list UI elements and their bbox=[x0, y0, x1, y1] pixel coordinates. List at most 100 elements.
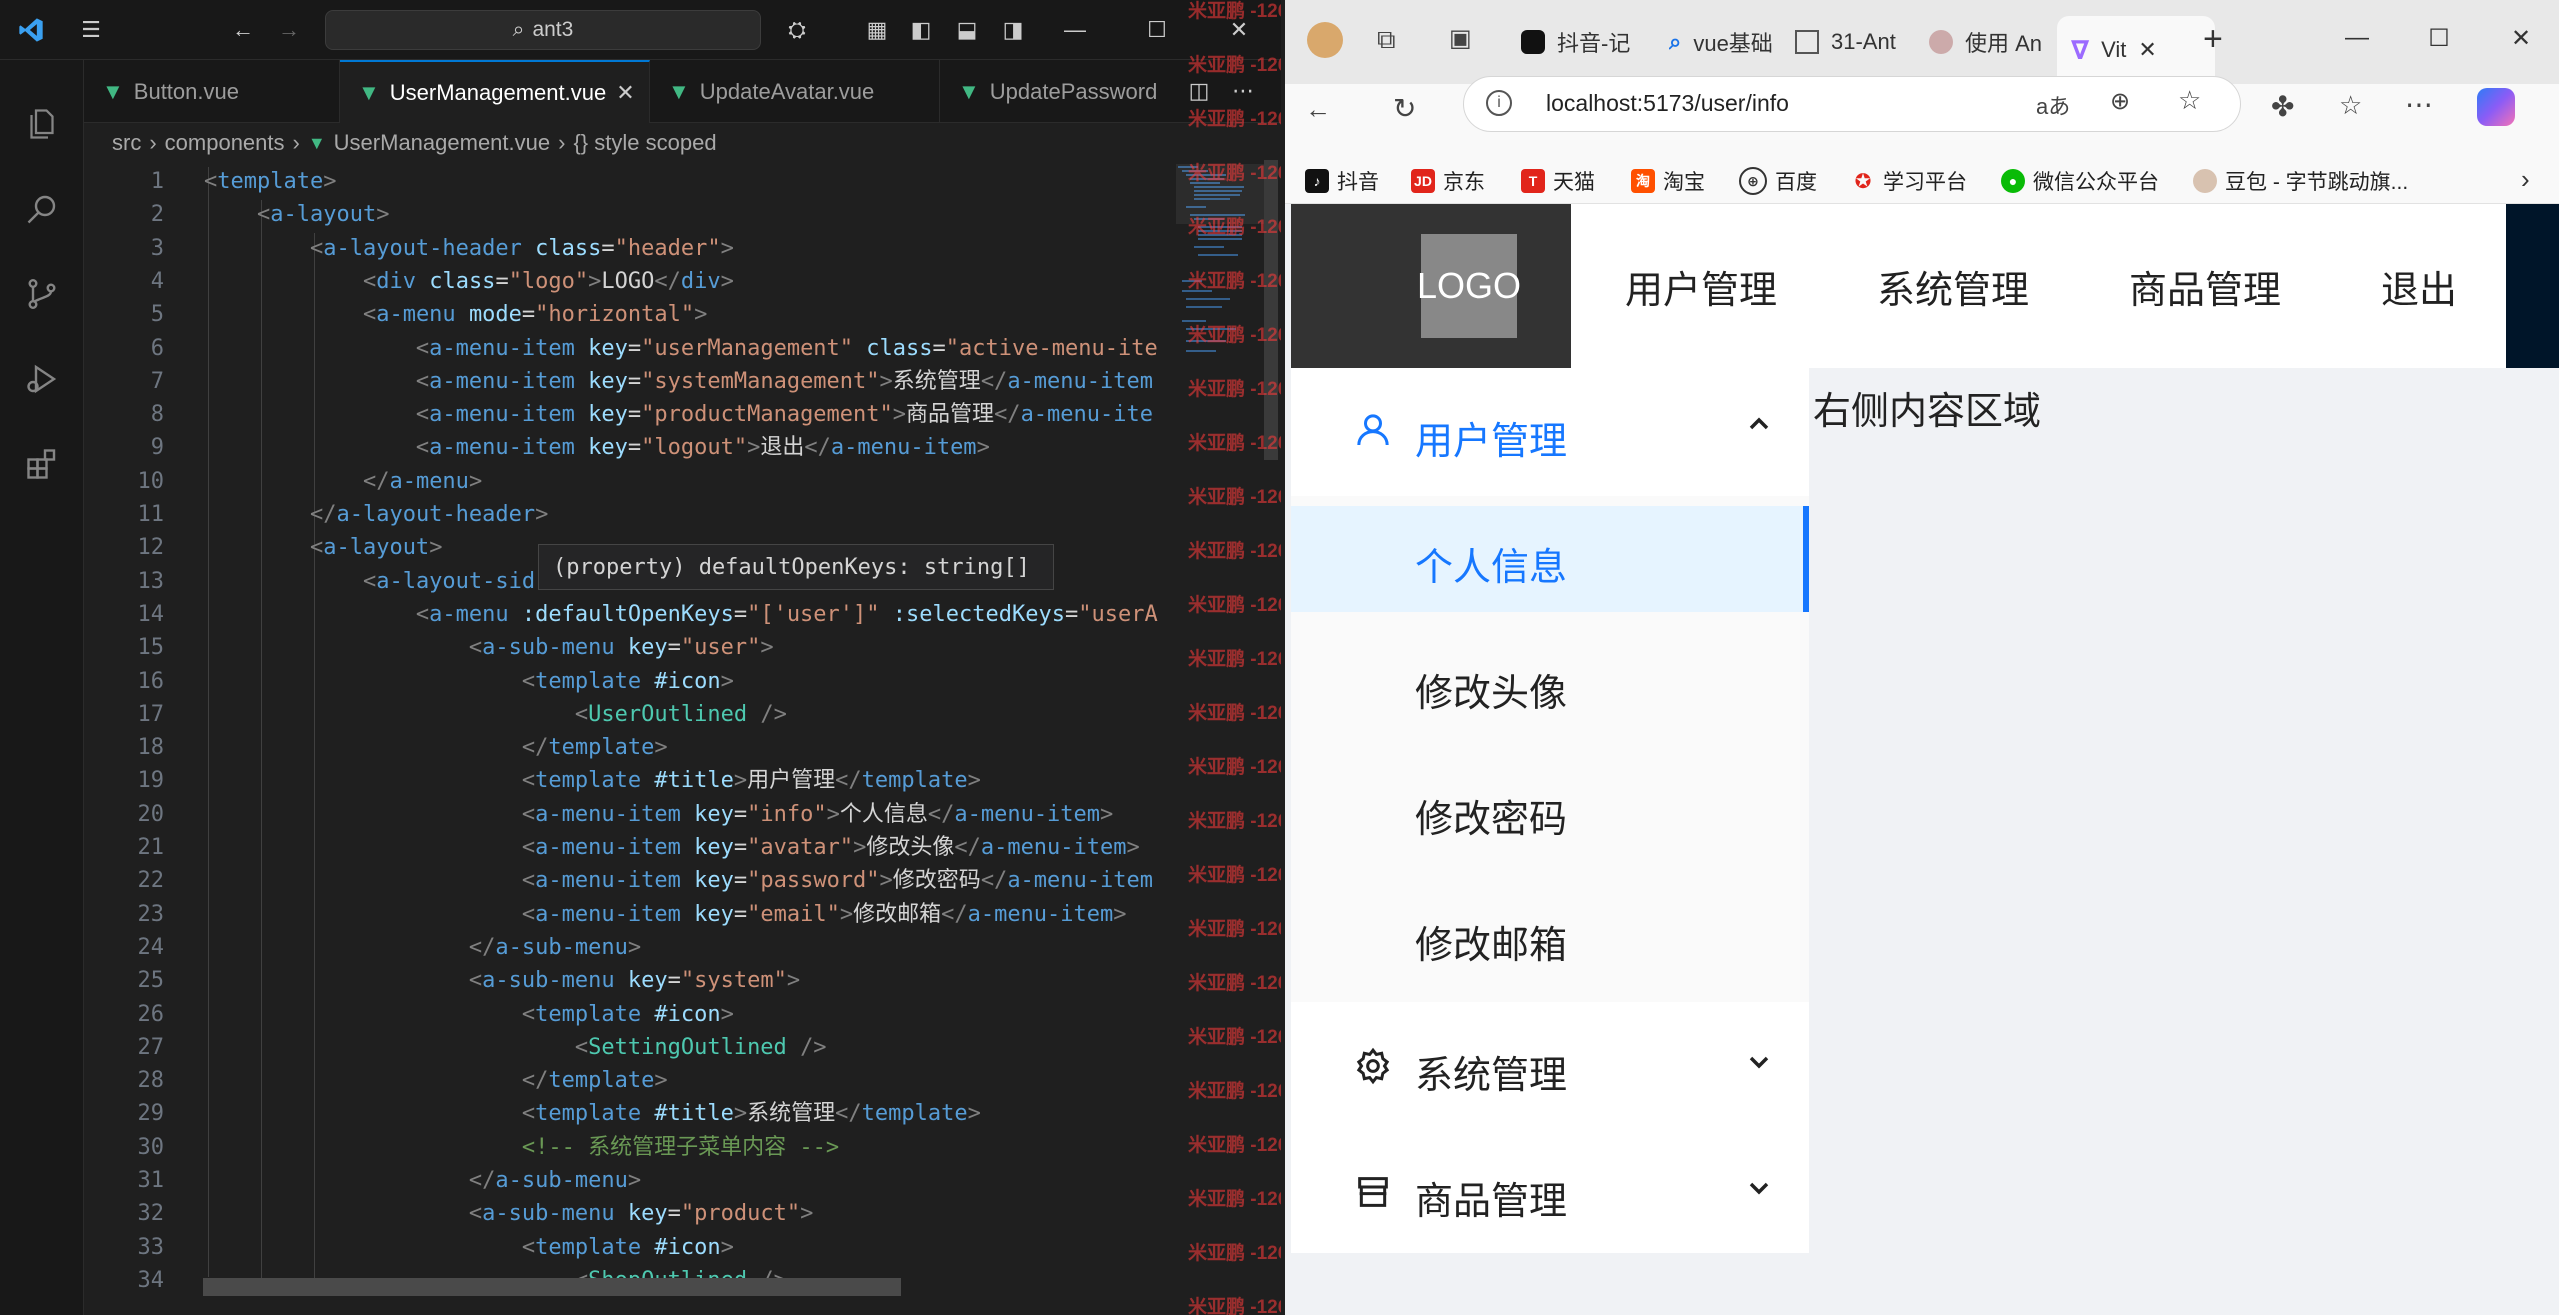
code-line[interactable]: <a-layout> bbox=[204, 531, 442, 564]
code-line[interactable]: </a-layout-header> bbox=[204, 498, 548, 531]
code-line[interactable]: <a-menu-item key="avatar">修改头像</a-menu-i… bbox=[204, 831, 1140, 864]
bookmark-taobao[interactable]: 淘淘宝 bbox=[1631, 166, 1705, 196]
back-arrow-icon[interactable]: ← bbox=[228, 15, 258, 45]
bookmark-baidu[interactable]: ⊕ 百度 bbox=[1739, 166, 1817, 196]
bookmark-douyin[interactable]: ♪ 抖音 bbox=[1305, 166, 1379, 196]
code-line[interactable]: <!-- 系统管理子菜单内容 --> bbox=[204, 1131, 839, 1164]
tab-usermanagement-vue[interactable]: ▼ UserManagement.vue ✕ bbox=[340, 60, 650, 123]
code-line[interactable]: </template> bbox=[204, 1064, 668, 1097]
minimize-icon[interactable]: — bbox=[2337, 18, 2377, 58]
source-control-icon[interactable] bbox=[18, 270, 66, 318]
tab-updatepassword-vue[interactable]: ▼ UpdatePassword bbox=[940, 60, 1180, 123]
tab-updateavatar-vue[interactable]: ▼ UpdateAvatar.vue bbox=[650, 60, 940, 123]
site-info-icon[interactable]: i bbox=[1486, 90, 1512, 116]
code-line[interactable]: <a-menu mode="horizontal"> bbox=[204, 298, 707, 331]
code-line[interactable]: <a-menu-item key="systemManagement">系统管理… bbox=[204, 365, 1153, 398]
bookmark-study-platform[interactable]: ✪ 学习平台 bbox=[1851, 166, 1967, 196]
bookmark-wechat-mp[interactable]: ● 微信公众平台 bbox=[2001, 166, 2159, 196]
logo[interactable]: LOGO bbox=[1417, 234, 1521, 338]
bookmark-tmall[interactable]: T 天猫 bbox=[1521, 166, 1595, 196]
code-line[interactable]: <a-sub-menu key="system"> bbox=[204, 964, 800, 997]
code-line[interactable]: <a-menu-item key="userManagement" class=… bbox=[204, 332, 1158, 365]
menu-item-change-email[interactable]: 修改邮箱 bbox=[1291, 884, 1809, 990]
code-line[interactable]: <template #icon> bbox=[204, 665, 734, 698]
tab-actions-icon[interactable]: ▣ bbox=[1449, 24, 1472, 53]
header-menu-item-product[interactable]: 商品管理 bbox=[2129, 204, 2281, 368]
header-menu-item-user[interactable]: 用户管理 bbox=[1625, 204, 1777, 368]
more-actions-icon[interactable]: ⋯ bbox=[1228, 76, 1258, 106]
breadcrumb-item[interactable]: src bbox=[112, 130, 141, 156]
explorer-icon[interactable] bbox=[18, 100, 66, 148]
code-line[interactable]: </template> bbox=[204, 731, 668, 764]
code-line[interactable]: <a-layout-sid bbox=[204, 565, 535, 598]
breadcrumb-item[interactable]: UserManagement.vue bbox=[334, 130, 550, 156]
close-tab-icon[interactable]: ✕ bbox=[616, 80, 634, 106]
code-line[interactable]: <template #icon> bbox=[204, 998, 734, 1031]
zoom-icon[interactable]: ⊕ bbox=[2110, 87, 2130, 116]
read-aloud-icon[interactable]: aあ bbox=[2036, 89, 2070, 121]
code-line[interactable]: <a-menu :defaultOpenKeys="['user']" :sel… bbox=[204, 598, 1158, 631]
code-line[interactable]: <template #title>用户管理</template> bbox=[204, 764, 981, 797]
code-editor[interactable]: 1 <template> 2 <a-layout> 3 <a-layout-heade… bbox=[84, 163, 1170, 1315]
favorite-star-icon[interactable]: ☆ bbox=[2178, 85, 2201, 116]
bookmark-doubao[interactable]: 豆包 - 字节跳动旗... bbox=[2193, 166, 2408, 196]
code-line[interactable]: <a-layout> bbox=[204, 198, 389, 231]
code-line[interactable]: <a-menu-item key="password">修改密码</a-menu… bbox=[204, 864, 1153, 897]
submenu-user[interactable]: 用户管理 bbox=[1291, 368, 1809, 496]
code-line[interactable]: </a-menu> bbox=[204, 465, 482, 498]
minimize-icon[interactable]: — bbox=[1060, 15, 1090, 45]
run-debug-icon[interactable] bbox=[18, 355, 66, 403]
layout-customize-icon[interactable]: ▦ bbox=[862, 15, 892, 45]
maximize-icon[interactable]: ☐ bbox=[2419, 18, 2459, 58]
horizontal-scrollbar[interactable] bbox=[203, 1278, 901, 1296]
more-options-icon[interactable]: ⋯ bbox=[2405, 88, 2433, 121]
code-line[interactable]: <a-sub-menu key="user"> bbox=[204, 631, 774, 664]
copilot-icon[interactable] bbox=[2477, 88, 2515, 126]
browser-tab-vite-active[interactable]: ∇ Vit ✕ bbox=[2057, 16, 2215, 84]
code-line[interactable]: <template> bbox=[204, 165, 336, 198]
refresh-icon[interactable]: ↻ bbox=[1393, 92, 1416, 125]
code-line[interactable]: </a-sub-menu> bbox=[204, 1164, 641, 1197]
vertical-scrollbar[interactable] bbox=[1264, 160, 1278, 460]
menu-item-personal-info[interactable]: 个人信息 bbox=[1291, 506, 1809, 612]
breadcrumb-item[interactable]: components bbox=[165, 130, 285, 156]
favorites-icon[interactable]: ☆ bbox=[2339, 90, 2362, 121]
code-line[interactable]: <template #title>系统管理</template> bbox=[204, 1097, 981, 1130]
search-icon[interactable] bbox=[18, 185, 66, 233]
extensions-icon[interactable]: ✤ bbox=[2271, 90, 2294, 123]
chevron-right-icon[interactable]: › bbox=[2521, 164, 2530, 195]
extensions-icon[interactable] bbox=[18, 440, 66, 488]
profile-avatar[interactable] bbox=[1307, 22, 1343, 58]
code-line[interactable]: <a-menu-item key="email">修改邮箱</a-menu-it… bbox=[204, 898, 1127, 931]
code-line[interactable]: <template #icon> bbox=[204, 1231, 734, 1264]
split-editor-icon[interactable]: ◫ bbox=[1184, 76, 1214, 106]
menu-item-change-password[interactable]: 修改密码 bbox=[1291, 758, 1809, 864]
code-line[interactable]: </a-sub-menu> bbox=[204, 931, 641, 964]
toggle-sidebar-icon[interactable]: ◧ bbox=[906, 15, 936, 45]
close-icon[interactable]: ✕ bbox=[2501, 18, 2541, 58]
code-line[interactable]: <a-menu-item key="productManagement">商品管… bbox=[204, 398, 1153, 431]
code-line[interactable]: <div class="logo">LOGO</div> bbox=[204, 265, 734, 298]
maximize-icon[interactable]: ☐ bbox=[1142, 15, 1172, 45]
bookmark-jd[interactable]: JD 京东 bbox=[1411, 166, 1485, 196]
header-menu-item-logout[interactable]: 退出 bbox=[2381, 204, 2457, 368]
breadcrumb-item[interactable]: {} style scoped bbox=[573, 130, 716, 156]
command-search-input[interactable]: ⌕ ant3 bbox=[325, 10, 761, 50]
address-bar[interactable]: i localhost:5173/user/info aあ ⊕ ☆ bbox=[1463, 76, 2241, 132]
toggle-secondary-sidebar-icon[interactable]: ◨ bbox=[998, 15, 1028, 45]
code-line[interactable]: <a-sub-menu key="product"> bbox=[204, 1197, 813, 1230]
submenu-system[interactable]: 系统管理 bbox=[1291, 1002, 1809, 1128]
code-line[interactable]: <a-menu-item key="info">个人信息</a-menu-ite… bbox=[204, 798, 1113, 831]
header-menu-item-system[interactable]: 系统管理 bbox=[1877, 204, 2029, 368]
back-arrow-icon[interactable]: ← bbox=[1305, 94, 1331, 125]
submenu-product[interactable]: 商品管理 bbox=[1291, 1128, 1809, 1254]
copilot-icon[interactable]: ⛭ bbox=[782, 15, 812, 45]
close-tab-icon[interactable]: ✕ bbox=[2138, 37, 2156, 63]
browser-tab-vue-basics[interactable]: ⌕ vue基础 bbox=[1669, 18, 1789, 66]
browser-tab-antd[interactable]: 31-Ant bbox=[1795, 18, 1915, 66]
tab-button-vue[interactable]: ▼ Button.vue bbox=[84, 60, 340, 123]
menu-item-change-avatar[interactable]: 修改头像 bbox=[1291, 632, 1809, 738]
code-line[interactable]: <SettingOutlined /> bbox=[204, 1031, 827, 1064]
browser-tab-using-antd[interactable]: 使用 An bbox=[1929, 18, 2049, 66]
code-line[interactable]: <a-layout-header class="header"> bbox=[204, 232, 734, 265]
